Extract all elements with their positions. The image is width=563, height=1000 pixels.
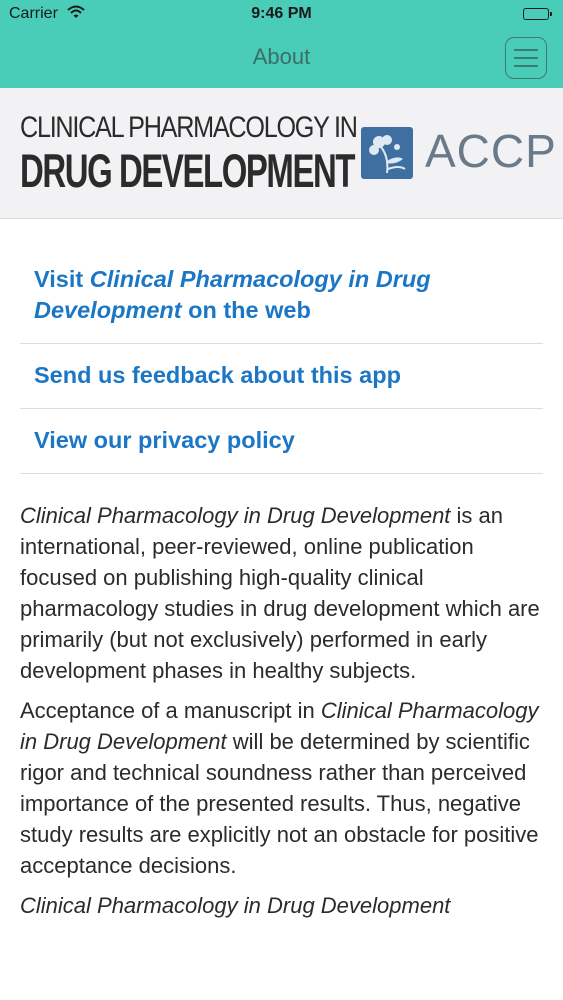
menu-icon [514, 49, 538, 51]
menu-button[interactable] [505, 37, 547, 79]
link-list: Visit Clinical Pharmacology in Drug Deve… [20, 244, 543, 474]
about-paragraph-1: Clinical Pharmacology in Drug Developmen… [20, 503, 540, 683]
accp-logo-text: ACCP [425, 125, 557, 177]
top-bar: Carrier 9:46 PM About [0, 0, 563, 88]
status-time: 9:46 PM [251, 5, 312, 22]
battery-icon [523, 8, 552, 20]
privacy-policy-link[interactable]: View our privacy policy [20, 409, 543, 474]
about-paragraph-2: Acceptance of a manuscript in Clinical P… [20, 698, 539, 878]
about-paragraph-3: Clinical Pharmacology in Drug Developmen… [20, 893, 451, 918]
status-bar: Carrier 9:46 PM [0, 0, 563, 30]
nav-title: About [252, 44, 311, 69]
accp-flower-icon [361, 127, 413, 179]
about-text: Clinical Pharmacology in Drug Developmen… [20, 500, 548, 930]
visit-website-link[interactable]: Visit Clinical Pharmacology in Drug Deve… [20, 244, 543, 344]
send-feedback-link[interactable]: Send us feedback about this app [20, 344, 543, 409]
logo-line-2: DRUG DEVELOPMENT [20, 144, 355, 197]
